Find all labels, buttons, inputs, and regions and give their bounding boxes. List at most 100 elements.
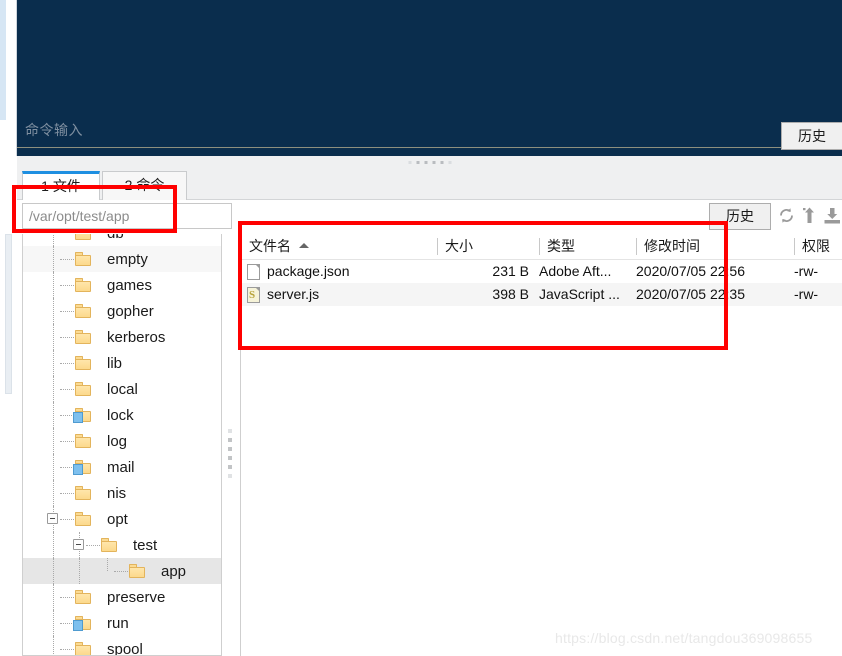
column-header-type[interactable]: 类型 xyxy=(539,234,636,260)
sort-ascending-icon xyxy=(299,243,309,248)
tree-connector xyxy=(60,285,74,286)
tree-connector xyxy=(60,363,74,364)
directory-tree-list: db empty games gopher kerberos lib local lock lo… xyxy=(23,234,221,656)
tree-item-label: mail xyxy=(107,458,135,476)
tree-item-label: opt xyxy=(107,510,128,528)
folder-icon xyxy=(73,616,91,631)
tree-guide-line xyxy=(53,272,54,298)
tab-files[interactable]: 1 文件 xyxy=(22,171,100,200)
column-header-label: 权限 xyxy=(802,238,830,254)
file-cell-modified: 2020/07/05 22:35 xyxy=(636,286,745,302)
upload-icon[interactable] xyxy=(802,206,817,225)
tree-item-label: test xyxy=(133,536,158,554)
download-icon[interactable] xyxy=(823,206,842,225)
tree-item-log[interactable]: log xyxy=(23,428,221,454)
tab-commands[interactable]: 2 命令 xyxy=(102,171,187,200)
column-divider[interactable] xyxy=(539,238,540,255)
folder-icon xyxy=(73,408,91,423)
tree-item-label: gopher xyxy=(107,302,154,320)
tree-guide-line xyxy=(53,584,54,610)
column-divider[interactable] xyxy=(794,238,795,255)
tree-item-mail[interactable]: mail xyxy=(23,454,221,480)
terminal-panel[interactable]: 命令输入 历史 xyxy=(17,0,842,156)
tree-guide-line xyxy=(53,636,54,655)
tree-item-preserve[interactable]: preserve xyxy=(23,584,221,610)
tree-item-kerberos[interactable]: kerberos xyxy=(23,324,221,350)
terminal-input-line[interactable]: 命令输入 xyxy=(17,118,842,148)
file-cell-name: server.js xyxy=(267,286,320,302)
tree-connector xyxy=(60,519,74,520)
tree-collapse-icon[interactable] xyxy=(47,513,58,524)
toolbar-icon-group xyxy=(777,206,842,225)
tree-item-db[interactable]: db xyxy=(23,234,221,246)
tree-item-label: local xyxy=(107,380,138,398)
folder-icon xyxy=(75,512,91,526)
tree-item-games[interactable]: games xyxy=(23,272,221,298)
tree-item-lock[interactable]: lock xyxy=(23,402,221,428)
tree-item-label: spool xyxy=(107,640,143,656)
tree-connector xyxy=(60,259,74,260)
file-list-header: 文件名 大小 类型 修改时间 权限 xyxy=(241,234,842,260)
tree-item-label: empty xyxy=(107,250,148,268)
terminal-history-button[interactable]: 历史 xyxy=(781,122,842,150)
tree-item-label: kerberos xyxy=(107,328,166,346)
tree-item-run[interactable]: run xyxy=(23,610,221,636)
tree-item-lib[interactable]: lib xyxy=(23,350,221,376)
tree-connector xyxy=(60,415,74,416)
tree-item-test[interactable]: test xyxy=(23,532,221,558)
left-scroll-strip[interactable] xyxy=(0,168,17,656)
column-header-perm[interactable]: 权限 xyxy=(794,234,842,260)
folder-icon xyxy=(75,382,91,396)
file-row[interactable]: Sserver.js 398 B JavaScript ... 2020/07/05 … xyxy=(241,283,842,306)
tree-item-gopher[interactable]: gopher xyxy=(23,298,221,324)
directory-tree-panel[interactable]: db empty games gopher kerberos lib local lock lo… xyxy=(22,234,222,656)
tree-connector xyxy=(60,623,74,624)
tree-item-spool[interactable]: spool xyxy=(23,636,221,656)
tree-guide-line xyxy=(53,480,54,506)
tree-connector xyxy=(60,311,74,312)
tree-guide-line xyxy=(53,376,54,402)
horizontal-splitter[interactable] xyxy=(17,156,842,168)
tree-item-empty[interactable]: empty xyxy=(23,246,221,272)
tree-connector xyxy=(60,597,74,598)
tree-guide-line xyxy=(53,298,54,324)
tree-item-label: nis xyxy=(107,484,127,502)
column-header-name[interactable]: 文件名 xyxy=(241,234,437,260)
tree-item-label: app xyxy=(161,562,187,580)
folder-icon xyxy=(75,278,91,292)
file-history-button[interactable]: 历史 xyxy=(709,203,771,230)
left-edge-strip xyxy=(0,0,17,156)
left-scrollbar-thumb[interactable] xyxy=(5,234,12,394)
tree-connector xyxy=(60,389,74,390)
column-divider[interactable] xyxy=(437,238,438,255)
tree-connector xyxy=(86,545,100,546)
folder-icon xyxy=(75,252,91,266)
tree-guide-line xyxy=(107,558,108,571)
javascript-file-icon: S xyxy=(247,287,261,303)
file-list-body: package.json 231 B Adobe Aft... 2020/07/05 … xyxy=(241,260,842,306)
file-row[interactable]: package.json 231 B Adobe Aft... 2020/07/05 … xyxy=(241,260,842,283)
sftp-client-window: 命令输入 历史 1 文件 2 命令 /var/opt/test/app 历史 e… xyxy=(0,0,842,656)
tree-connector xyxy=(60,467,74,468)
folder-icon xyxy=(75,434,91,448)
file-cell-type: JavaScript ... xyxy=(539,286,620,302)
file-list-panel[interactable]: 文件名 大小 类型 修改时间 权限 package.json 231 B Adobe Aft… xyxy=(240,234,842,656)
tree-guide-line xyxy=(53,610,54,636)
column-header-size[interactable]: 大小 xyxy=(437,234,539,260)
refresh-icon[interactable] xyxy=(777,206,796,225)
tree-item-app[interactable]: app xyxy=(23,558,221,584)
tree-item-local[interactable]: local xyxy=(23,376,221,402)
column-divider[interactable] xyxy=(636,238,637,255)
tree-collapse-icon[interactable] xyxy=(73,539,84,550)
tree-item-opt[interactable]: opt xyxy=(23,506,221,532)
column-header-modified[interactable]: 修改时间 xyxy=(636,234,794,260)
folder-icon xyxy=(75,642,91,655)
tree-guide-line xyxy=(53,428,54,454)
path-input[interactable]: /var/opt/test/app xyxy=(22,203,232,229)
vertical-splitter[interactable] xyxy=(224,234,238,656)
tree-item-label: preserve xyxy=(107,588,166,606)
folder-icon xyxy=(75,330,91,344)
tree-item-nis[interactable]: nis xyxy=(23,480,221,506)
folder-icon xyxy=(75,304,91,318)
file-cell-size: 398 B xyxy=(492,286,529,302)
